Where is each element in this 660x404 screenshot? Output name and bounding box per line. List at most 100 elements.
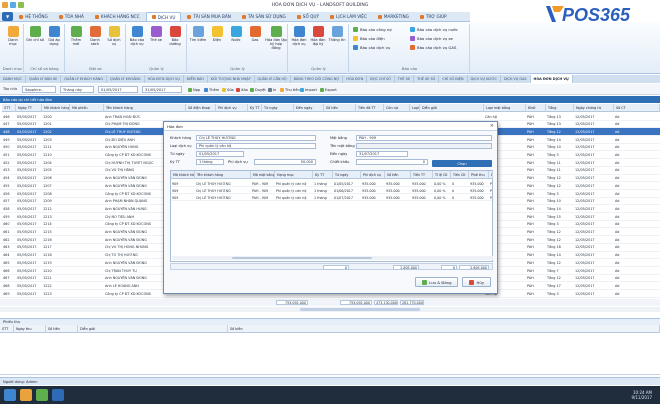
- edit-button[interactable]: Sửa: [222, 86, 234, 93]
- price-apply-button[interactable]: Giá áp dụng: [45, 26, 63, 54]
- list-button[interactable]: Danh sách: [86, 26, 104, 54]
- table-row[interactable]: 446 05/05/2017 1200 Anh TRẦN HOÀI ĐỨC Căn hộ…: [0, 113, 660, 121]
- dialog-column-header[interactable]: Diễn giải: [489, 171, 493, 179]
- service-invoice-button[interactable]: Hóa đơn dịch vụ: [290, 26, 308, 54]
- add-new-button[interactable]: Thêm mới: [67, 26, 85, 54]
- tab-toa-nha[interactable]: TÒA NHÀ: [54, 12, 89, 21]
- app-icon[interactable]: [52, 389, 64, 401]
- tab-marketing[interactable]: MARKETING: [373, 12, 414, 21]
- redo-icon[interactable]: [18, 2, 24, 8]
- discount-field[interactable]: 0: [356, 159, 428, 165]
- doc-tab[interactable]: HÓA ĐƠN DỊCH VỤ: [145, 75, 184, 83]
- dialog-column-header[interactable]: Hạng mục: [275, 171, 313, 179]
- cancel-button[interactable]: Hủy: [462, 277, 491, 287]
- column-header[interactable]: Diễn giải: [420, 104, 484, 112]
- dialog-row[interactable]: 909 Chị LÊ THỦY HƯƠNG PAH - 909 Phí quản lý…: [171, 180, 492, 187]
- tab-tai-san-su-dung[interactable]: TÀI SẢN SỬ DỤNG: [237, 12, 291, 21]
- unit-price-field[interactable]: 50.000: [254, 159, 316, 165]
- search-button[interactable]: Tìm kiếm: [189, 26, 207, 54]
- column-header[interactable]: Phí dịch vụ: [216, 104, 248, 112]
- print-button[interactable]: In: [268, 86, 276, 93]
- dialog-grid-scrollbar[interactable]: [172, 256, 493, 260]
- water-button[interactable]: Nước: [227, 26, 245, 54]
- column-header[interactable]: Loại mặt bằng: [484, 104, 526, 112]
- column-header[interactable]: Khối: [526, 104, 546, 112]
- doc-tab[interactable]: HÓA ĐƠN: [343, 75, 368, 83]
- to-date-input[interactable]: 31/05/2017: [142, 86, 182, 93]
- column-header[interactable]: Còn nợ: [384, 104, 410, 112]
- collect-button[interactable]: Thu tiền: [280, 86, 300, 93]
- column-header[interactable]: STT: [2, 104, 16, 112]
- tab-khach-hang[interactable]: KHÁCH HÀNG NCC: [90, 12, 145, 21]
- doc-tab[interactable]: QUẢN LÝ BẢN XE: [26, 75, 62, 83]
- save-close-button[interactable]: Lưu & Đóng: [415, 277, 459, 287]
- signed-invoice-button[interactable]: Hóa đơn lập ký: [309, 26, 327, 54]
- info-button[interactable]: Thông tin: [328, 26, 346, 54]
- excel-icon[interactable]: [36, 389, 48, 401]
- doc-tab[interactable]: THẺ XE SỐ: [414, 75, 440, 83]
- dialog-column-header[interactable]: Số tiền: [385, 171, 411, 179]
- column-header[interactable]: Kỳ TT: [248, 104, 262, 112]
- report-service-link[interactable]: Báo cáo dịch vụ: [353, 45, 390, 50]
- doc-tab[interactable]: QUẢN LÝ KHOẢNG: [107, 75, 145, 83]
- dialog-scroll-thumb[interactable]: [232, 257, 372, 259]
- save-icon[interactable]: [2, 2, 8, 8]
- tab-tro-giup[interactable]: TRỢ GIÚP: [415, 12, 452, 21]
- service-book-button[interactable]: Sổ dịch vụ: [105, 26, 123, 54]
- receipt-col-amount[interactable]: Số tiền: [46, 325, 78, 333]
- doc-tab[interactable]: QUẢN LÝ CĂN HỘ: [255, 75, 291, 83]
- dialog-column-header[interactable]: Phí dịch vụ: [361, 171, 385, 179]
- tab-dich-vu[interactable]: DỊCH VỤ: [145, 12, 182, 21]
- import-button[interactable]: Import: [300, 86, 317, 93]
- tab-he-thong[interactable]: HỆ THỐNG: [14, 12, 53, 21]
- to-date-field[interactable]: 31/07/2017: [356, 151, 408, 157]
- parking-card-button[interactable]: Thẻ xe: [147, 26, 165, 54]
- add-button[interactable]: Thêm: [204, 86, 219, 93]
- dialog-column-header[interactable]: Tỉ lệ CK: [433, 171, 451, 179]
- report-electric-link[interactable]: Báo cáo điện: [353, 36, 385, 41]
- grid-horizontal-scrollbar[interactable]: [0, 307, 660, 312]
- dialog-column-header[interactable]: Tiền CK: [451, 171, 469, 179]
- start-icon[interactable]: [4, 389, 16, 401]
- dialog-row[interactable]: 909 Chị LÊ THỦY HƯƠNG PAH - 909 Phí quản lý…: [171, 187, 492, 194]
- column-header[interactable]: Tên khách hàng: [104, 104, 186, 112]
- receipt-col-stt[interactable]: STT: [0, 325, 14, 333]
- gas-button[interactable]: Gas: [246, 26, 264, 54]
- customer-select[interactable]: Chị LÊ THỦY HƯƠNG: [196, 135, 316, 141]
- period-field[interactable]: 1 tháng: [196, 159, 224, 165]
- premises-select[interactable]: PAH - 909: [356, 135, 492, 141]
- service-report-button[interactable]: Báo cáo dịch vụ: [128, 26, 146, 54]
- delete-button[interactable]: Xóa: [236, 86, 248, 93]
- maintenance-button[interactable]: Bảo dưỡng: [166, 26, 184, 54]
- dialog-column-header[interactable]: Kỳ TT: [313, 171, 333, 179]
- scroll-thumb[interactable]: [300, 308, 420, 311]
- report-vehicle-link[interactable]: Báo cáo dịch vụ xe: [410, 36, 453, 41]
- dialog-row[interactable]: 909 Chị LÊ THỦY HƯƠNG PAH - 909 Phí quản lý…: [171, 194, 492, 201]
- column-header[interactable]: Mã khách hàng: [42, 104, 70, 112]
- from-date-input[interactable]: 01/05/2017: [98, 86, 138, 93]
- column-header[interactable]: Mã phiếu: [70, 104, 104, 112]
- undo-icon[interactable]: [10, 2, 16, 8]
- doc-tab[interactable]: CHỈ SỐ ĐIỆN: [439, 75, 468, 83]
- column-header[interactable]: Tầng: [546, 104, 574, 112]
- dialog-column-header[interactable]: Từ ngày: [333, 171, 361, 179]
- tab-tai-san-mua-ban[interactable]: TÀI SẢN MUA BÁN: [182, 12, 235, 21]
- column-header[interactable]: Từ ngày: [262, 104, 294, 112]
- receipt-col-number[interactable]: Số biên: [228, 325, 660, 333]
- building-select[interactable]: Sapphire..: [22, 86, 56, 93]
- dialog-column-header[interactable]: Mã khách hàng: [171, 171, 195, 179]
- explorer-icon[interactable]: [20, 389, 32, 401]
- dialog-column-header[interactable]: Tên khách hàng: [195, 171, 251, 179]
- tab-lich-lam-viec[interactable]: LỊCH LÀM VIỆC: [325, 12, 372, 21]
- record-index-button[interactable]: Ghi chỉ số: [26, 26, 44, 54]
- receipt-col-description[interactable]: Diễn giải: [78, 325, 228, 333]
- close-icon[interactable]: ×: [490, 123, 494, 129]
- column-header[interactable]: Ngày chứng từ: [574, 104, 614, 112]
- column-header[interactable]: Số điện thoại: [186, 104, 216, 112]
- electric-button[interactable]: Điện: [208, 26, 226, 54]
- column-header[interactable]: Đến ngày: [294, 104, 324, 112]
- report-water-link[interactable]: Báo cáo dịch vụ nước: [410, 27, 458, 32]
- report-gas-link[interactable]: Báo cáo dịch vụ GAS: [410, 45, 456, 50]
- report-debt-link[interactable]: Báo cáo công nợ: [353, 27, 392, 32]
- catalog-button[interactable]: Danh mục: [4, 26, 22, 54]
